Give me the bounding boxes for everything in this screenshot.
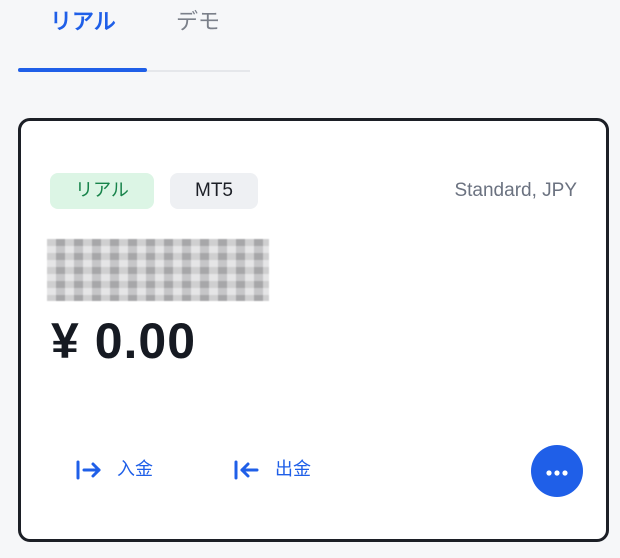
account-type-badge: リアル	[50, 173, 154, 209]
withdraw-button[interactable]: 出金	[233, 455, 311, 485]
tab-real[interactable]: リアル	[50, 8, 116, 38]
more-dots-icon	[545, 462, 569, 481]
account-type-label: Standard, JPY	[454, 180, 577, 201]
active-tab-indicator	[18, 68, 147, 72]
deposit-button[interactable]: 入金	[75, 455, 153, 485]
account-tabs: リアル デモ	[0, 0, 250, 72]
masked-account-number	[47, 239, 269, 301]
platform-badge: MT5	[170, 173, 258, 209]
tab-demo[interactable]: デモ	[176, 8, 220, 38]
withdraw-label: 出金	[275, 459, 311, 480]
deposit-arrow-icon	[75, 458, 103, 482]
more-options-button[interactable]	[531, 445, 583, 497]
deposit-label: 入金	[117, 459, 153, 480]
account-card[interactable]: リアル MT5 Standard, JPY ¥ 0.00 入金 出金	[18, 118, 609, 542]
account-balance: ¥ 0.00	[51, 313, 197, 369]
withdraw-arrow-icon	[233, 458, 261, 482]
